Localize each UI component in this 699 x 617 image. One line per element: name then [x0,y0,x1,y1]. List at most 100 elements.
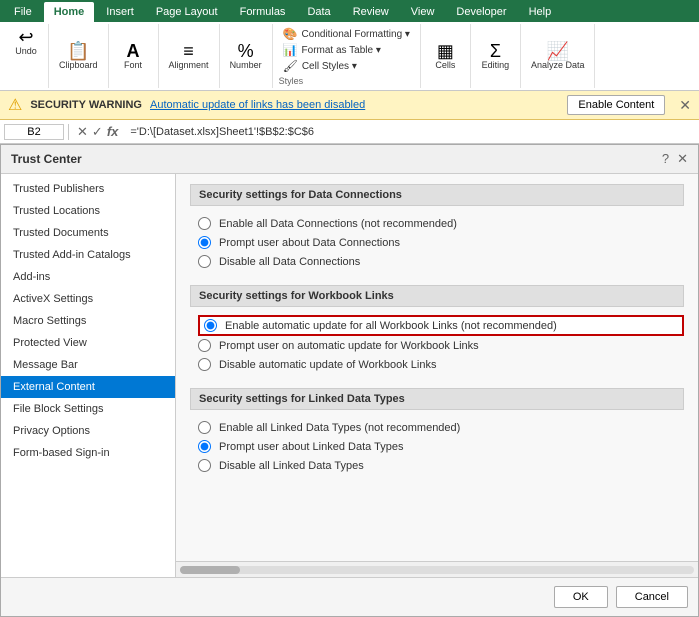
clipboard-label: Clipboard [59,60,98,70]
content-area-wrapper: Security settings for Data Connections E… [176,174,698,577]
styles-group: 🎨 Conditional Formatting ▾ 📊 Format as T… [273,24,421,88]
formula-confirm-icon[interactable]: ✓ [92,124,103,140]
undo-group: ↩ Undo [4,24,49,88]
tab-help[interactable]: Help [519,2,562,22]
styles-group-label: Styles [279,76,414,86]
dialog-title-bar: Trust Center ? ✕ [1,145,698,174]
cell-styles-label: Cell Styles ▾ [302,61,357,72]
sidebar-item-addins[interactable]: Add-ins [1,266,175,288]
conditional-formatting-label: Conditional Formatting ▾ [302,29,410,40]
sidebar-item-message-bar[interactable]: Message Bar [1,354,175,376]
ldt-enable-radio[interactable]: Enable all Linked Data Types (not recomm… [198,418,684,437]
cells-button[interactable]: ▦ Cells [427,40,463,72]
number-icon: % [238,42,254,60]
dc-prompt-input[interactable] [198,236,211,249]
tab-insert[interactable]: Insert [96,2,144,22]
ldt-disable-radio[interactable]: Disable all Linked Data Types [198,456,684,475]
security-bar: ⚠ SECURITY WARNING Automatic update of l… [0,91,699,120]
dc-disable-radio[interactable]: Disable all Data Connections [198,252,684,271]
wl-disable-radio[interactable]: Disable automatic update of Workbook Lin… [198,355,684,374]
tab-developer[interactable]: Developer [446,2,516,22]
editing-label: Editing [482,60,510,70]
sidebar-item-form-signin[interactable]: Form-based Sign-in [1,442,175,464]
dialog-help-icon[interactable]: ? [662,151,669,167]
wl-disable-input[interactable] [198,358,211,371]
format-table-label: Format as Table ▾ [302,45,381,56]
tab-review[interactable]: Review [343,2,399,22]
security-link[interactable]: Automatic update of links has been disab… [150,99,365,111]
dialog-footer: OK Cancel [1,577,698,616]
tab-page-layout[interactable]: Page Layout [146,2,228,22]
wl-prompt-radio[interactable]: Prompt user on automatic update for Work… [198,336,684,355]
formula-cancel-icon[interactable]: ✕ [77,124,88,140]
ldt-prompt-radio[interactable]: Prompt user about Linked Data Types [198,437,684,456]
dialog-close-icon[interactable]: ✕ [677,151,688,167]
formula-fx-icon[interactable]: fx [107,124,119,140]
tab-file[interactable]: File [4,2,42,22]
excel-wrapper: File Home Insert Page Layout Formulas Da… [0,0,699,617]
sidebar-item-activex[interactable]: ActiveX Settings [1,288,175,310]
editing-icon: Σ [490,42,501,60]
wl-disable-label: Disable automatic update of Workbook Lin… [219,359,436,371]
wl-enable-radio[interactable]: Enable automatic update for all Workbook… [198,315,684,336]
ok-button[interactable]: OK [554,586,608,608]
ldt-disable-input[interactable] [198,459,211,472]
data-connections-section: Security settings for Data Connections E… [190,184,684,271]
wl-prompt-label: Prompt user on automatic update for Work… [219,340,479,352]
clipboard-group: 📋 Clipboard [49,24,109,88]
wl-prompt-input[interactable] [198,339,211,352]
ldt-prompt-input[interactable] [198,440,211,453]
sidebar-item-external-content[interactable]: External Content [1,376,175,398]
format-table-icon: 📊 [283,43,298,57]
formula-input[interactable] [126,125,695,139]
format-table-button[interactable]: 📊 Format as Table ▾ [279,42,414,58]
tab-data[interactable]: Data [297,2,340,22]
cancel-button[interactable]: Cancel [616,586,688,608]
sidebar-item-trusted-addin-catalogs[interactable]: Trusted Add-in Catalogs [1,244,175,266]
sidebar-item-trusted-documents[interactable]: Trusted Documents [1,222,175,244]
content-horizontal-scrollbar[interactable] [176,561,698,577]
sidebar-item-privacy[interactable]: Privacy Options [1,420,175,442]
alignment-icon: ≡ [183,42,194,60]
editing-group: Σ Editing [471,24,521,88]
alignment-group: ≡ Alignment [159,24,220,88]
hscroll-track [180,566,694,574]
alignment-button[interactable]: ≡ Alignment [165,40,213,72]
editing-button[interactable]: Σ Editing [477,40,513,72]
tab-home[interactable]: Home [44,2,95,22]
trust-center-sidebar: Trusted Publishers Trusted Locations Tru… [1,174,176,577]
linked-data-types-header: Security settings for Linked Data Types [190,388,684,410]
clipboard-button[interactable]: 📋 Clipboard [55,40,102,72]
enable-content-button[interactable]: Enable Content [567,95,665,115]
undo-button[interactable]: ↩ Undo [8,26,44,58]
dc-prompt-radio[interactable]: Prompt user about Data Connections [198,233,684,252]
dialog-title: Trust Center [11,152,82,166]
ldt-enable-input[interactable] [198,421,211,434]
dialog-overlay: Trust Center ? ✕ Trusted Publishers Trus… [0,144,699,617]
security-warning-icon: ⚠ [8,95,22,115]
sidebar-item-file-block[interactable]: File Block Settings [1,398,175,420]
sidebar-item-trusted-locations[interactable]: Trusted Locations [1,200,175,222]
ldt-enable-label: Enable all Linked Data Types (not recomm… [219,422,460,434]
dialog-title-icons: ? ✕ [662,151,688,167]
dc-enable-radio[interactable]: Enable all Data Connections (not recomme… [198,214,684,233]
dc-disable-input[interactable] [198,255,211,268]
security-close-icon[interactable]: ✕ [679,97,691,114]
dc-disable-label: Disable all Data Connections [219,256,360,268]
sidebar-item-trusted-publishers[interactable]: Trusted Publishers [1,178,175,200]
ldt-disable-label: Disable all Linked Data Types [219,460,364,472]
analyze-button[interactable]: 📈 Analyze Data [527,40,589,72]
cell-styles-button[interactable]: 🖌 Cell Styles ▾ [279,58,414,74]
conditional-formatting-button[interactable]: 🎨 Conditional Formatting ▾ [279,26,414,42]
font-button[interactable]: A Font [115,40,151,72]
sidebar-item-macro[interactable]: Macro Settings [1,310,175,332]
cell-reference-input[interactable] [4,124,64,140]
dc-enable-input[interactable] [198,217,211,230]
data-connections-header: Security settings for Data Connections [190,184,684,206]
wl-enable-input[interactable] [204,319,217,332]
number-group: % Number [220,24,273,88]
tab-formulas[interactable]: Formulas [230,2,296,22]
tab-view[interactable]: View [401,2,445,22]
sidebar-item-protected-view[interactable]: Protected View [1,332,175,354]
number-button[interactable]: % Number [226,40,266,72]
